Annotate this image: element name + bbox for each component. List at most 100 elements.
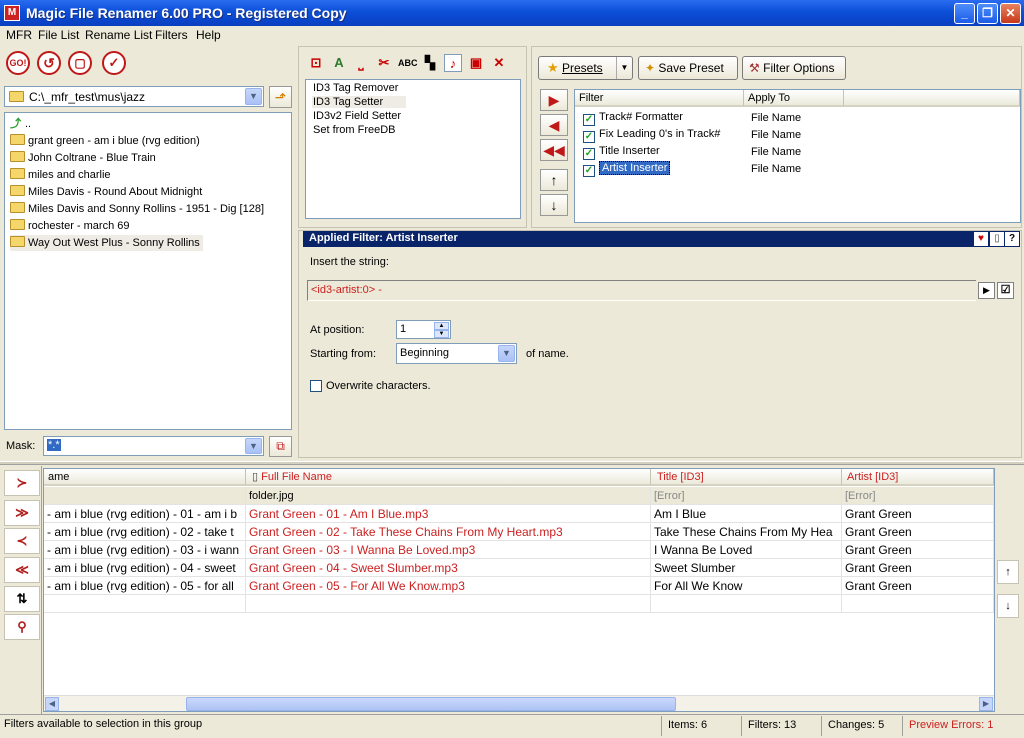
move-up-button[interactable]: ↑ [540, 169, 568, 191]
table-row[interactable]: - am i blue (rvg edition) - 02 - take t … [44, 523, 994, 541]
tree-item-selected[interactable]: Way Out West Plus - Sonny Rollins [10, 235, 203, 251]
music-note-icon[interactable]: ♪ [444, 54, 462, 72]
applied-filters-list[interactable]: Filter Apply To ✓ Track# Formatter File N… [574, 89, 1021, 223]
cut-icon[interactable]: ✂ [375, 54, 393, 72]
tools-icon[interactable]: ✕ [490, 54, 508, 72]
col-artist-header[interactable]: Artist [ID3] [842, 469, 994, 486]
position-spinner[interactable]: 1 ▲ ▼ [396, 320, 451, 339]
minimize-button[interactable]: _ [954, 3, 975, 24]
filter-list-item-selected[interactable]: ID3 Tag Setter [312, 96, 406, 108]
path-combo[interactable]: C:\_mfr_test\mus\jazz ▼ [4, 86, 264, 107]
horizontal-scrollbar[interactable]: ◀ ▶ [44, 695, 994, 711]
table-row[interactable]: folder.jpg [Error] [Error] [44, 487, 994, 505]
preview-button[interactable]: ⚲ [4, 614, 40, 640]
col-apply-header[interactable]: Apply To [744, 90, 844, 107]
undo-selected-button[interactable]: ≺ [4, 528, 40, 554]
splitter[interactable] [0, 461, 1024, 465]
maximize-button[interactable]: ❐ [977, 3, 998, 24]
filter-list-item[interactable]: ID3 Tag Remover [313, 82, 398, 94]
chevron-down-icon[interactable]: ▼ [498, 345, 515, 362]
add-filter-button[interactable]: ▶ [540, 89, 568, 111]
tree-item[interactable]: grant green - am i blue (rvg edition) [10, 133, 200, 149]
file-list[interactable]: ame ▯ Full File Name Title [ID3] Artist … [43, 468, 995, 712]
rename-all-button[interactable]: ≫ [4, 500, 40, 526]
filter-row[interactable]: ✓ Track# Formatter [583, 111, 683, 126]
chevron-down-icon[interactable]: ▼ [245, 88, 262, 105]
menu-file-list[interactable]: File List [38, 28, 79, 42]
tree-item[interactable]: miles and charlie [10, 167, 111, 183]
remove-tag-icon[interactable]: ⊡ [307, 54, 325, 72]
folder-icon [10, 236, 25, 247]
col-full-name-header[interactable]: ▯ Full File Name [246, 469, 651, 486]
col-name-header[interactable]: ame [44, 469, 246, 486]
filter-row[interactable]: ✓ Title Inserter [583, 145, 660, 160]
move-row-down-button[interactable]: ↓ [997, 594, 1019, 618]
insert-tag-button[interactable]: ▶ [978, 282, 995, 299]
starting-from-select[interactable]: Beginning ▼ [396, 343, 517, 364]
swap-button[interactable]: ⇅ [4, 586, 40, 612]
filter-row[interactable]: ✓ Fix Leading 0's in Track# [583, 128, 720, 143]
col-filter-header[interactable]: Filter [575, 90, 744, 107]
presets-button[interactable]: ★ Presets ▼ [538, 56, 633, 80]
abc-icon[interactable]: ABC [398, 54, 418, 72]
chevron-down-icon[interactable]: ▼ [616, 57, 632, 79]
menu-filters[interactable]: Filters [155, 28, 188, 42]
check-button[interactable]: ✓ [102, 51, 126, 75]
building-icon[interactable]: ▣ [467, 54, 485, 72]
mask-options-button[interactable]: ⧉ [269, 436, 292, 457]
spin-up-icon[interactable]: ▲ [434, 322, 449, 330]
go-button[interactable]: GO! [6, 51, 30, 75]
filter-options-button[interactable]: ⚒ Filter Options [742, 56, 846, 80]
move-down-button[interactable]: ↓ [540, 194, 568, 216]
folder-tree[interactable]: ⤴.. grant green - am i blue (rvg edition… [4, 112, 292, 430]
insert-string-input[interactable]: <id3-artist:0> - [307, 280, 976, 301]
title-bar[interactable]: M Magic File Renamer 6.00 PRO - Register… [0, 0, 1024, 26]
scroll-left-icon[interactable]: ◀ [45, 697, 59, 711]
spin-down-icon[interactable]: ▼ [434, 330, 449, 338]
scroll-thumb[interactable] [186, 697, 676, 711]
undo-all-button[interactable]: ≪ [4, 557, 40, 583]
chevron-down-icon[interactable]: ▼ [245, 438, 262, 454]
table-row[interactable]: - am i blue (rvg edition) - 04 - sweet G… [44, 559, 994, 577]
checkbox[interactable]: ✓ [583, 165, 595, 177]
menu-rename-list[interactable]: Rename List [85, 28, 152, 42]
filter-list-item[interactable]: Set from FreeDB [313, 124, 396, 136]
document-icon[interactable]: ▯ [990, 232, 1004, 246]
confirm-checkbox[interactable]: ☑ [997, 282, 1014, 299]
close-button[interactable]: ✕ [1000, 3, 1021, 24]
col-title-header[interactable]: Title [ID3] [651, 469, 842, 486]
table-row[interactable]: - am i blue (rvg edition) - 03 - i wann … [44, 541, 994, 559]
clipboard-button[interactable]: ▢ [68, 51, 92, 75]
tree-item[interactable]: Miles Davis - Round About Midnight [10, 184, 202, 200]
filter-list[interactable]: ID3 Tag Remover ID3 Tag Setter ID3v2 Fie… [305, 79, 521, 219]
star-icon: ★ [547, 60, 559, 75]
tree-item[interactable]: Miles Davis and Sonny Rollins - 1951 - D… [10, 201, 264, 217]
remove-all-filters-button[interactable]: ◀◀ [540, 139, 568, 161]
menu-mfr[interactable]: MFR [6, 28, 32, 42]
scroll-right-icon[interactable]: ▶ [979, 697, 993, 711]
checker-icon[interactable]: ▚ [421, 54, 439, 72]
folder-up-button[interactable]: ⬏ [269, 86, 292, 108]
rename-selected-button[interactable]: ≻ [4, 470, 40, 496]
undo-button[interactable]: ↺ [37, 51, 61, 75]
move-row-up-button[interactable]: ↑ [997, 560, 1019, 584]
menu-help[interactable]: Help [196, 28, 221, 42]
underscore-icon[interactable]: ⎵ [352, 54, 370, 72]
overwrite-checkbox[interactable] [310, 380, 322, 392]
table-row[interactable]: - am i blue (rvg edition) - 05 - for all… [44, 577, 994, 595]
help-icon[interactable]: ? [1005, 232, 1019, 246]
tree-item[interactable]: John Coltrane - Blue Train [10, 150, 156, 166]
checkbox[interactable]: ✓ [583, 148, 595, 160]
text-case-icon[interactable]: A [330, 54, 348, 72]
tree-item[interactable]: rochester - march 69 [10, 218, 129, 234]
save-preset-button[interactable]: ✦ Save Preset [638, 56, 738, 80]
heart-icon[interactable]: ♥ [974, 232, 988, 246]
mask-combo[interactable]: *.* ▼ [43, 436, 264, 456]
checkbox[interactable]: ✓ [583, 131, 595, 143]
checkbox[interactable]: ✓ [583, 114, 595, 126]
remove-filter-button[interactable]: ◀ [540, 114, 568, 136]
table-row[interactable]: - am i blue (rvg edition) - 01 - am i b … [44, 505, 994, 523]
tree-item[interactable]: ⤴.. [10, 116, 31, 132]
filter-row-selected[interactable]: ✓ Artist Inserter [583, 161, 671, 177]
filter-list-item[interactable]: ID3v2 Field Setter [313, 110, 401, 122]
